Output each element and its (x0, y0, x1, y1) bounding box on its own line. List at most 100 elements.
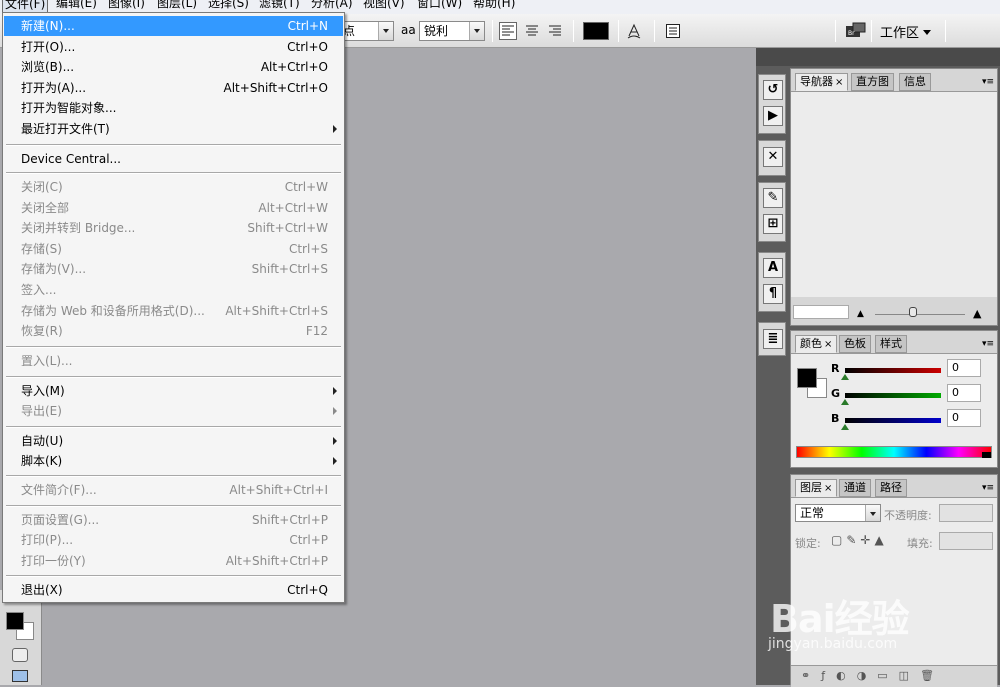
zoom-field[interactable] (793, 305, 849, 319)
panel-tab[interactable]: 通道 (839, 479, 871, 497)
file-menu-item[interactable]: 退出(X) Ctrl+Q (4, 580, 343, 600)
quick-mask-icon[interactable] (12, 648, 28, 662)
menu-item-label: 关闭(C) (21, 180, 63, 194)
panel-tab[interactable]: 颜色 × (795, 335, 838, 353)
channel-slider[interactable] (845, 393, 941, 398)
foreground-color-swatch[interactable] (6, 612, 24, 630)
menu-3[interactable]: 图层(L) (157, 0, 197, 11)
panel-tab[interactable]: 导航器 × (795, 73, 849, 91)
file-menu-item: 置入(L)... (4, 351, 343, 371)
slider-thumb-icon[interactable] (841, 374, 849, 380)
color-spectrum-bar[interactable] (796, 446, 992, 458)
panel-tab[interactable]: 图层 × (795, 479, 838, 497)
warp-text-icon[interactable] (625, 22, 643, 40)
dock-group: ≣ (758, 322, 786, 356)
clone-source-icon[interactable]: ⊞ (763, 214, 783, 234)
foreground-color-swatch[interactable] (797, 368, 817, 388)
file-menu-item[interactable]: 浏览(B)... Alt+Ctrl+O (4, 57, 343, 77)
opacity-field[interactable] (939, 504, 993, 522)
tool-presets-icon[interactable]: ✕ (763, 147, 783, 167)
screen-mode-icon[interactable] (12, 670, 28, 682)
panel-tab[interactable]: 信息 (899, 73, 931, 91)
align-center-icon[interactable] (523, 22, 541, 40)
panel-tab[interactable]: 样式 (875, 335, 907, 353)
channel-slider[interactable] (845, 368, 941, 373)
chevron-down-icon[interactable] (865, 505, 880, 521)
channel-value-field[interactable]: 0 (947, 359, 981, 377)
file-menu-item: 签入... (4, 280, 343, 300)
slider-thumb-icon[interactable] (841, 424, 849, 430)
align-left-icon[interactable] (499, 22, 517, 40)
layer-action-icons[interactable]: ⚭ƒ◐◑▭◫🗑 (801, 669, 945, 682)
file-menu-item[interactable]: Device Central... (4, 149, 343, 169)
file-menu-item[interactable]: 打开为智能对象... (4, 98, 343, 118)
dock-header[interactable] (756, 48, 788, 66)
menu-item-shortcut: Ctrl+N (287, 19, 328, 33)
close-icon[interactable]: × (824, 483, 832, 494)
menu-4[interactable]: 选择(S) (208, 0, 249, 11)
panel-dock-header[interactable] (788, 48, 1000, 66)
channel-slider[interactable] (845, 418, 941, 423)
chevron-down-icon[interactable] (378, 22, 393, 40)
paragraph-icon[interactable]: ¶ (763, 284, 783, 304)
close-icon[interactable]: × (824, 339, 832, 350)
brushes-icon[interactable]: ✎ (763, 188, 783, 208)
panel-menu-icon[interactable]: ▾≡ (982, 483, 994, 493)
menu-item-label: 关闭并转到 Bridge... (21, 221, 136, 235)
menu-6[interactable]: 分析(A) (311, 0, 353, 11)
bridge-icon[interactable]: Br (845, 22, 867, 40)
menu-1[interactable]: 编辑(E) (56, 0, 97, 11)
font-style-select[interactable]: 点 (338, 21, 394, 41)
menu-8[interactable]: 窗口(W) (417, 0, 462, 11)
menu-2[interactable]: 图像(I) (108, 0, 145, 11)
history-icon[interactable]: ↺ (763, 80, 783, 100)
panel-tab[interactable]: 直方图 (851, 73, 894, 91)
zoom-slider[interactable] (875, 314, 965, 315)
panel-menu-icon[interactable]: ▾≡ (982, 339, 994, 349)
panel-menu-icon[interactable]: ▾≡ (982, 77, 994, 87)
file-menu-item[interactable]: 脚本(K) (4, 451, 343, 471)
file-menu-item[interactable]: 导入(M) (4, 381, 343, 401)
panel-tab-label: 信息 (904, 75, 926, 88)
panel-tab[interactable]: 路径 (875, 479, 907, 497)
panel-tab-label: 颜色 (800, 337, 822, 350)
actions-icon[interactable]: ▶ (763, 106, 783, 126)
file-menu-item[interactable]: 最近打开文件(T) (4, 119, 343, 139)
dock-group: ✕ (758, 140, 786, 176)
file-menu-item[interactable]: 自动(U) (4, 431, 343, 451)
panel-tab[interactable]: 色板 (839, 335, 871, 353)
menu-item-label: 导出(E) (21, 404, 62, 418)
slider-thumb-icon[interactable] (841, 399, 849, 405)
toggle-panels-icon[interactable] (664, 22, 682, 40)
character-icon[interactable]: A (763, 258, 783, 278)
zoom-slider-thumb[interactable] (909, 307, 917, 317)
black-swatch[interactable] (982, 452, 991, 458)
lock-icons[interactable]: ▢✎✛▲ (831, 533, 888, 547)
text-color-swatch[interactable] (583, 22, 609, 40)
antialias-value: 锐利 (424, 24, 449, 38)
layer-comps-icon[interactable]: ≣ (763, 329, 783, 349)
chevron-down-icon[interactable] (469, 22, 484, 40)
file-menu-item[interactable]: 打开(O)... Ctrl+O (4, 37, 343, 57)
antialias-select[interactable]: 锐利 (419, 21, 485, 41)
menu-item-label: 最近打开文件(T) (21, 122, 110, 136)
channel-value-field[interactable]: 0 (947, 409, 981, 427)
workspace-button[interactable]: 工作区 (880, 22, 932, 41)
fill-field[interactable] (939, 532, 993, 550)
file-menu-item[interactable]: 打开为(A)... Alt+Shift+Ctrl+O (4, 78, 343, 98)
close-icon[interactable]: × (835, 77, 843, 88)
file-menu-item: 恢复(R) F12 (4, 321, 343, 341)
menu-9[interactable]: 帮助(H) (473, 0, 515, 11)
zoom-out-icon[interactable]: ▲ (857, 309, 864, 319)
menu-item-shortcut: Shift+Ctrl+W (247, 221, 328, 235)
menu-item-shortcut: Alt+Ctrl+O (260, 60, 328, 74)
menu-separator (6, 172, 341, 174)
menu-5[interactable]: 滤镜(T) (259, 0, 300, 11)
zoom-in-icon[interactable]: ▲ (973, 307, 981, 320)
menu-separator (6, 144, 341, 146)
menu-7[interactable]: 视图(V) (363, 0, 405, 11)
file-menu-item[interactable]: 新建(N)... Ctrl+N (4, 16, 343, 36)
align-right-icon[interactable] (546, 22, 564, 40)
blend-mode-select[interactable]: 正常 (795, 504, 881, 522)
channel-value-field[interactable]: 0 (947, 384, 981, 402)
